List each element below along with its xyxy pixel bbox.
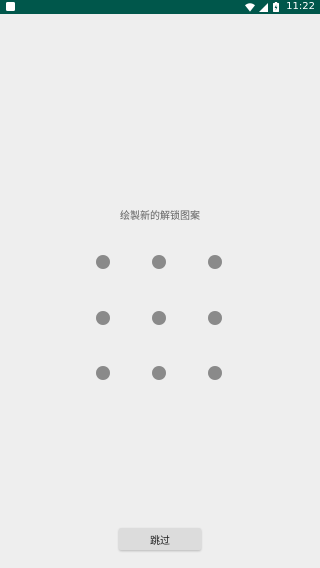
status-icons: 11:22: [245, 0, 315, 14]
status-time: 11:22: [286, 1, 315, 12]
pattern-setup-screen: 11:22 绘製新的解锁图案 跳过: [0, 0, 320, 568]
pattern-dot-6[interactable]: [208, 311, 222, 325]
status-bar: 11:22: [0, 0, 320, 14]
pattern-dot-8[interactable]: [152, 366, 166, 380]
pattern-dot-3[interactable]: [208, 255, 222, 269]
cell-signal-icon: [258, 2, 268, 12]
pattern-dot-9[interactable]: [208, 366, 222, 380]
pattern-dot-2[interactable]: [152, 255, 166, 269]
battery-charging-icon: [271, 2, 281, 12]
pattern-dot-4[interactable]: [96, 311, 110, 325]
pattern-dot-1[interactable]: [96, 255, 110, 269]
pattern-grid[interactable]: [96, 255, 222, 381]
app-notification-icon: [6, 2, 15, 11]
pattern-prompt: 绘製新的解锁图案: [120, 211, 200, 222]
wifi-icon: [245, 2, 256, 12]
pattern-dot-5[interactable]: [152, 311, 166, 325]
pattern-dot-7[interactable]: [96, 366, 110, 380]
skip-button[interactable]: 跳过: [119, 528, 201, 550]
